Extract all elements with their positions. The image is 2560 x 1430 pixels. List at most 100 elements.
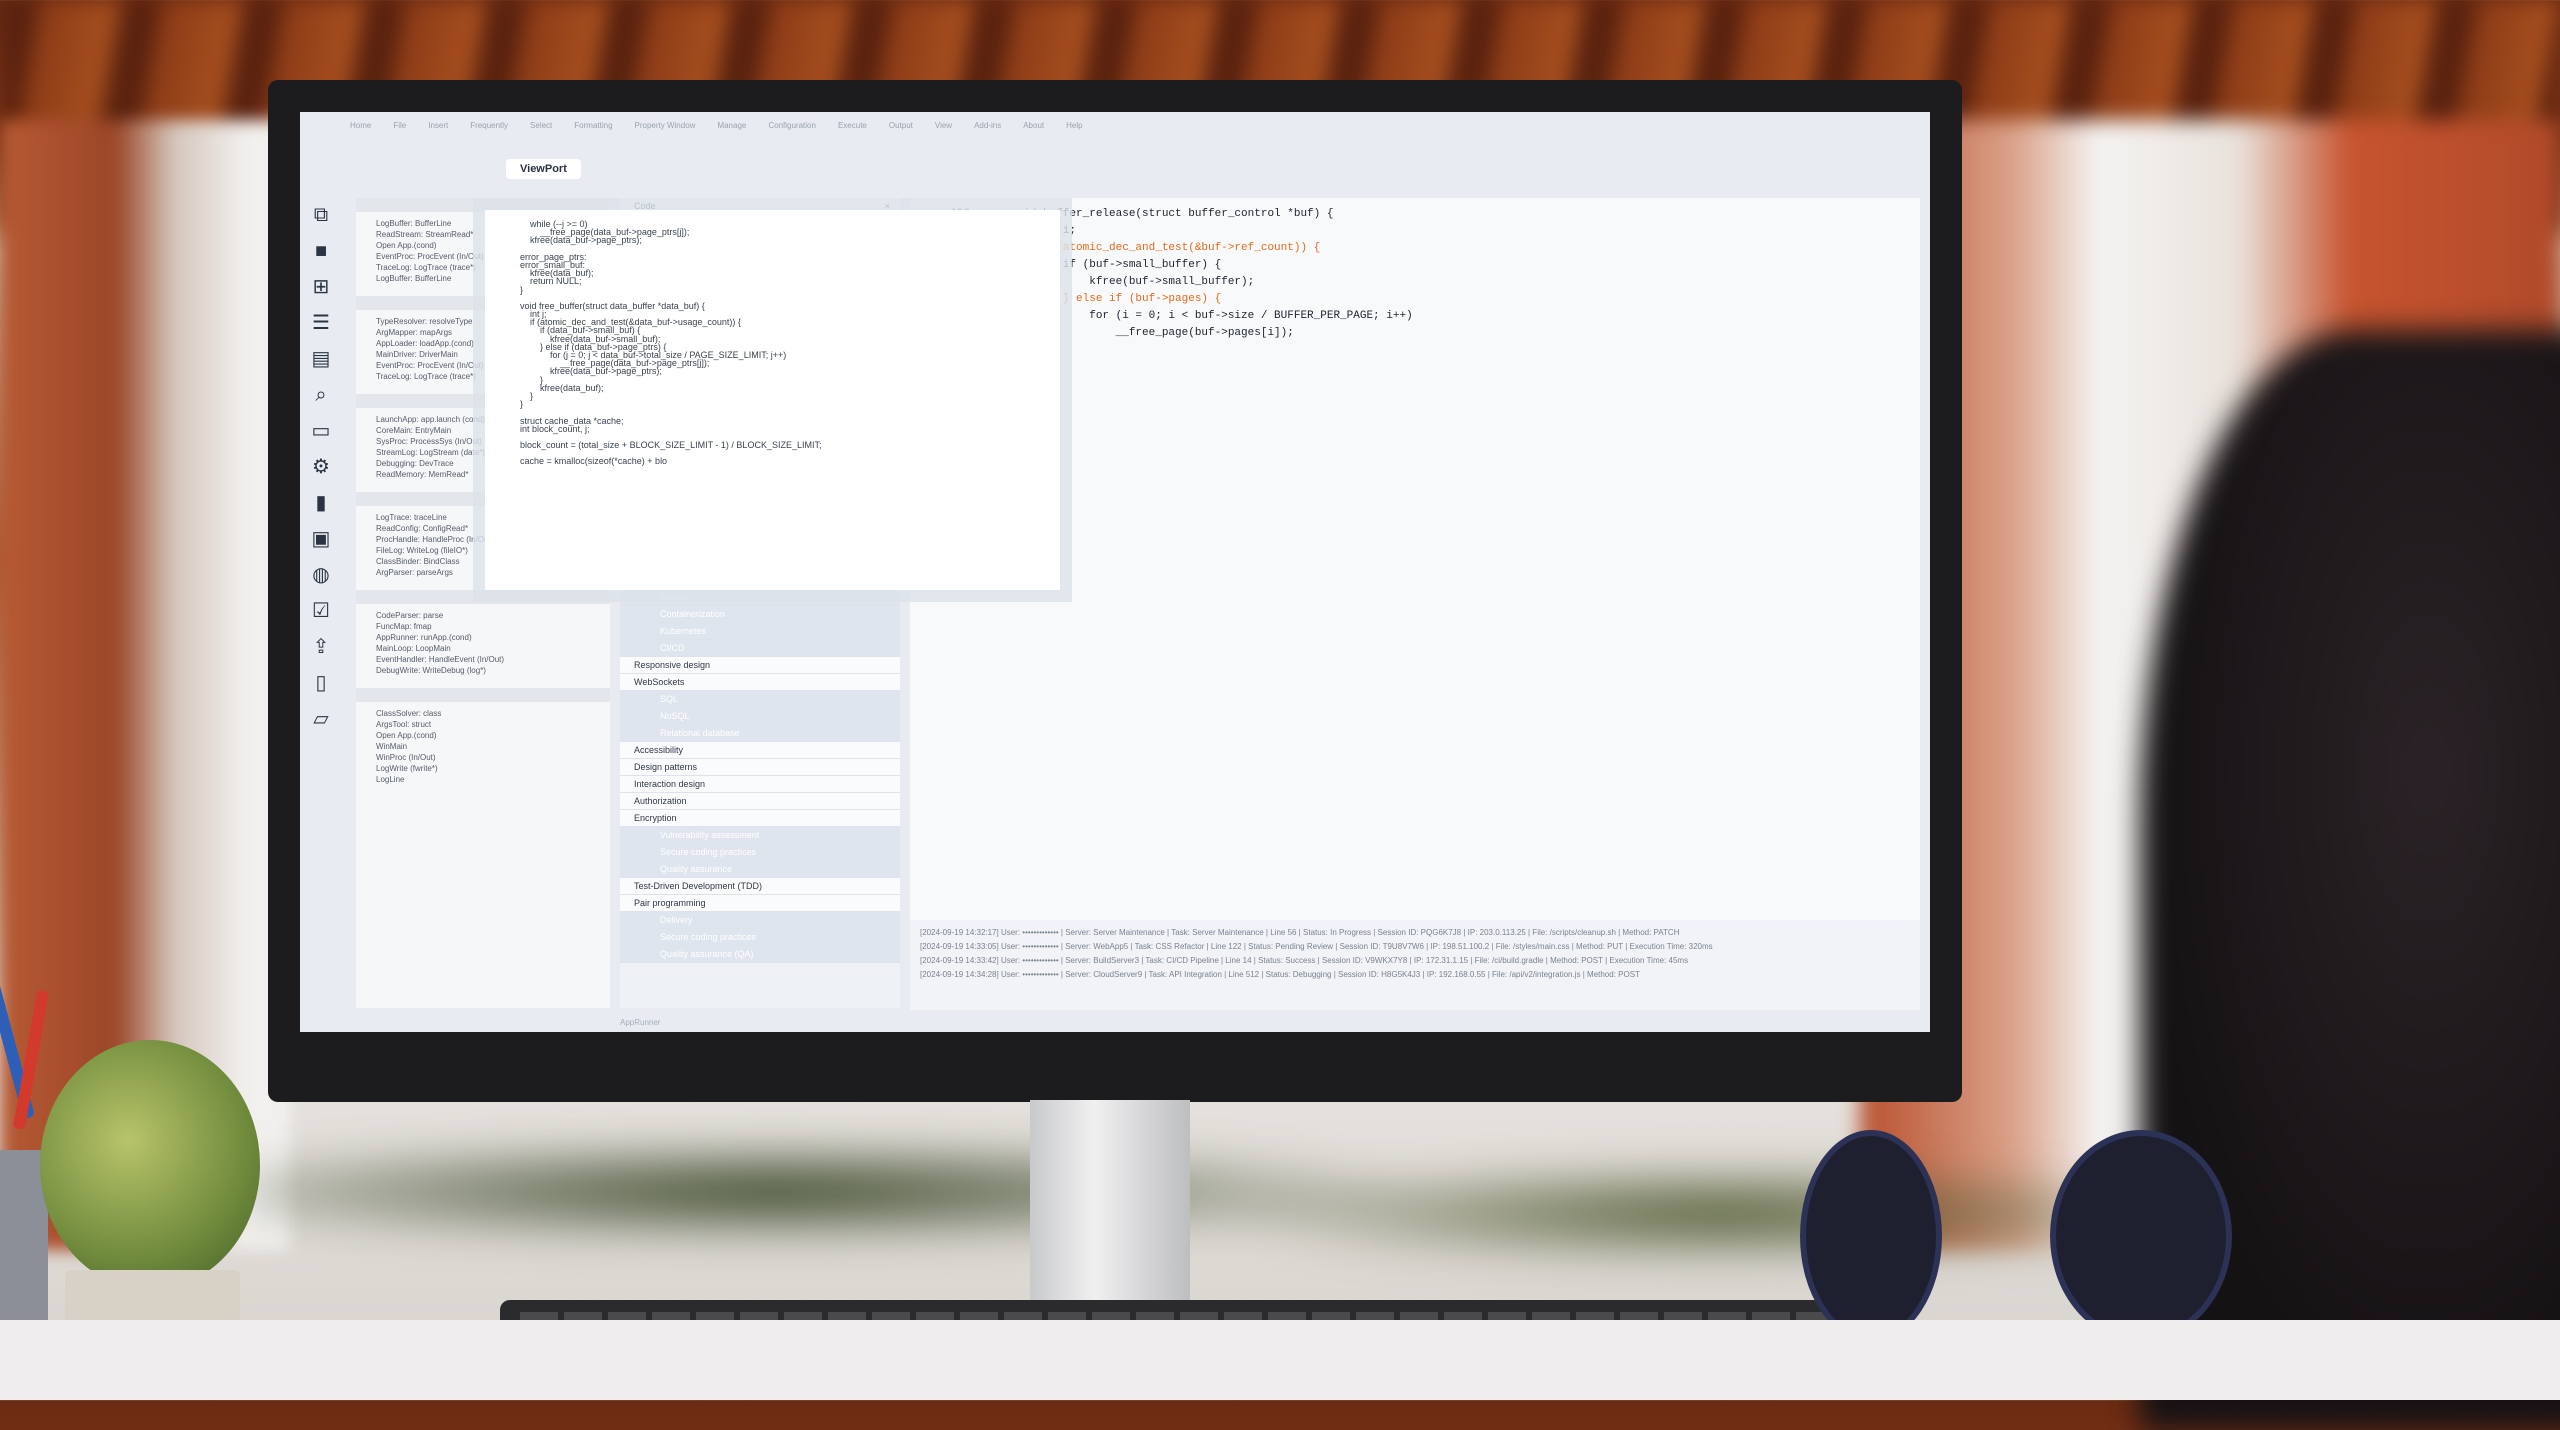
menu-item[interactable]: View xyxy=(935,121,952,130)
topic-item[interactable]: Quality assurance xyxy=(620,861,900,878)
search-icon[interactable]: ⌕ xyxy=(315,384,326,406)
grid-icon[interactable]: ⊞ xyxy=(313,276,330,298)
tree-item[interactable]: ClassSolver: class xyxy=(356,708,610,719)
topic-item[interactable]: Relational database xyxy=(620,725,900,742)
topic-label: SQL xyxy=(660,694,679,704)
topic-item[interactable]: SQL xyxy=(620,691,900,708)
topic-item[interactable]: Test-Driven Development (TDD) xyxy=(620,878,900,895)
topic-item[interactable]: Secure coding practices xyxy=(620,844,900,861)
topic-label: Vulnerability assessment xyxy=(660,830,760,840)
folder-icon[interactable]: ▭ xyxy=(312,420,331,442)
layers-icon[interactable]: ▤ xyxy=(312,348,331,370)
topic-item[interactable]: NoSQL xyxy=(620,708,900,725)
headphone-left-cup xyxy=(1800,1130,1942,1342)
tree-item[interactable]: ArgsTool: struct xyxy=(356,719,610,730)
topic-label: Responsive design xyxy=(634,660,711,670)
tree-group-header[interactable] xyxy=(356,590,610,604)
tree-item[interactable]: LogWrite (fwrite*) xyxy=(356,763,610,774)
file-icon[interactable]: ▯ xyxy=(315,672,326,694)
topic-item[interactable]: Kubernetes xyxy=(620,623,900,640)
menu-item[interactable]: About xyxy=(1023,121,1044,130)
topic-item[interactable]: Pair programming xyxy=(620,895,900,912)
bottom-tab-bar: AppRunner xyxy=(300,1012,1930,1032)
check-icon[interactable]: ☑ xyxy=(312,600,330,622)
topic-label: Delivery xyxy=(660,915,693,925)
square-icon[interactable]: ■ xyxy=(315,240,327,262)
tree-item[interactable]: MainLoop: LoopMain xyxy=(356,643,610,654)
copy-icon[interactable]: ⧉ xyxy=(314,204,328,226)
overlay-code-line: } xyxy=(520,284,524,295)
code-line: 113 __free_page(buf->pages[i]); xyxy=(910,325,1920,342)
topic-label: Secure coding practices xyxy=(660,932,757,942)
card-icon[interactable]: ▣ xyxy=(312,528,331,550)
topic-item[interactable]: Accessibility xyxy=(620,742,900,759)
topic-item[interactable]: Secure coding practices xyxy=(620,929,900,946)
topic-label: WebSockets xyxy=(634,677,685,687)
topic-label: Pair programming xyxy=(634,898,706,908)
topic-item[interactable]: Interaction design xyxy=(620,776,900,793)
tab-viewport[interactable]: ViewPort xyxy=(506,159,581,179)
tab-item[interactable] xyxy=(370,165,398,173)
tree-item[interactable]: WinProc (In/Out) xyxy=(356,752,610,763)
topic-item[interactable]: Containerization xyxy=(620,606,900,623)
menu-item[interactable]: Insert xyxy=(428,121,448,130)
bottom-tab[interactable]: AppRunner xyxy=(620,1018,660,1027)
globe-icon[interactable]: ◍ xyxy=(312,564,329,586)
upload-icon[interactable]: ⇪ xyxy=(313,636,330,658)
gear-icon[interactable]: ⚙ xyxy=(312,456,330,478)
topic-label: Containerization xyxy=(660,609,726,619)
tree-item[interactable]: FuncMap: fmap xyxy=(356,621,610,632)
topic-item[interactable]: Quality assurance (QA) xyxy=(620,946,900,963)
menu-item[interactable]: Configuration xyxy=(768,121,816,130)
menu-item[interactable]: Home xyxy=(350,121,371,130)
overlay-code-line: kfree(data_buf); xyxy=(520,382,604,393)
barcode-icon[interactable]: ▮ xyxy=(315,492,326,514)
menu-item[interactable]: Help xyxy=(1066,121,1082,130)
overlay-code-line: kfree(data_buf->page_ptrs); xyxy=(520,235,642,246)
menu-item[interactable]: Execute xyxy=(838,121,867,130)
topic-item[interactable]: Vulnerability assessment xyxy=(620,827,900,844)
menu-item[interactable]: Formatting xyxy=(574,121,612,130)
menu-item[interactable]: Output xyxy=(889,121,913,130)
topic-label: Encryption xyxy=(634,813,677,823)
code-line: 109 if (buf->small_buffer) { xyxy=(910,257,1920,274)
log-line: [2024-09-19 14:32:17] User: ••••••••••••… xyxy=(920,928,1680,937)
floating-code-window[interactable]: while (--j >= 0) __free_page(data_buf->p… xyxy=(485,210,1060,590)
menu-item[interactable]: Select xyxy=(530,121,552,130)
topic-item[interactable]: CI/CD xyxy=(620,640,900,657)
tree-item[interactable]: WinMain xyxy=(356,741,610,752)
topic-item[interactable]: Delivery xyxy=(620,912,900,929)
topic-label: Authorization xyxy=(634,796,687,806)
activity-bar: ⧉ ■ ⊞ ☰ ▤ ⌕ ▭ ⚙ ▮ ▣ ◍ ☑ ⇪ ▯ ▱ xyxy=(308,204,334,824)
topic-label: Design patterns xyxy=(634,762,698,772)
tree-item[interactable]: CodeParser: parse xyxy=(356,610,610,621)
menu-item[interactable]: File xyxy=(393,121,406,130)
topic-item[interactable]: Docker xyxy=(620,589,900,606)
folder-outline-icon[interactable]: ▱ xyxy=(313,708,328,730)
tree-item[interactable]: LogLine xyxy=(356,774,610,785)
tree-item[interactable]: DebugWrite: WriteDebug (log*) xyxy=(356,665,610,676)
topic-item[interactable]: WebSockets xyxy=(620,674,900,691)
code-line: 110 kfree(buf->small_buffer); xyxy=(910,274,1920,291)
tree-item[interactable]: Open App.(cond) xyxy=(356,730,610,741)
topic-item[interactable]: Responsive design xyxy=(620,657,900,674)
tab-item[interactable] xyxy=(621,165,649,173)
topic-item[interactable]: Design patterns xyxy=(620,759,900,776)
menu-item[interactable]: Manage xyxy=(717,121,746,130)
tab-bar: ViewPort xyxy=(300,152,1930,186)
menu-item[interactable]: Add-ins xyxy=(974,121,1001,130)
code-text: for (i = 0; i < buf->size / BUFFER_PER_P… xyxy=(1010,310,1413,322)
tree-group: ClassSolver: class ArgsTool: struct Open A… xyxy=(356,688,610,785)
menu-item[interactable]: Frequently xyxy=(470,121,508,130)
tree-item[interactable]: EventHandler: HandleEvent (In/Out) xyxy=(356,654,610,665)
overlay-code-line: kfree(data_buf->page_ptrs); xyxy=(520,366,662,377)
topic-item[interactable]: Authorization xyxy=(620,793,900,810)
tab-item[interactable] xyxy=(689,165,717,173)
list-icon[interactable]: ☰ xyxy=(312,312,330,334)
topic-item[interactable]: Encryption xyxy=(620,810,900,827)
code-editor[interactable]: 106void buffer_release(struct buffer_con… xyxy=(910,198,1920,926)
menu-item[interactable]: Property Window xyxy=(635,121,696,130)
tree-group-header[interactable] xyxy=(356,688,610,702)
tree-item[interactable]: AppRunner: runApp.(cond) xyxy=(356,632,610,643)
tab-item[interactable] xyxy=(438,165,466,173)
